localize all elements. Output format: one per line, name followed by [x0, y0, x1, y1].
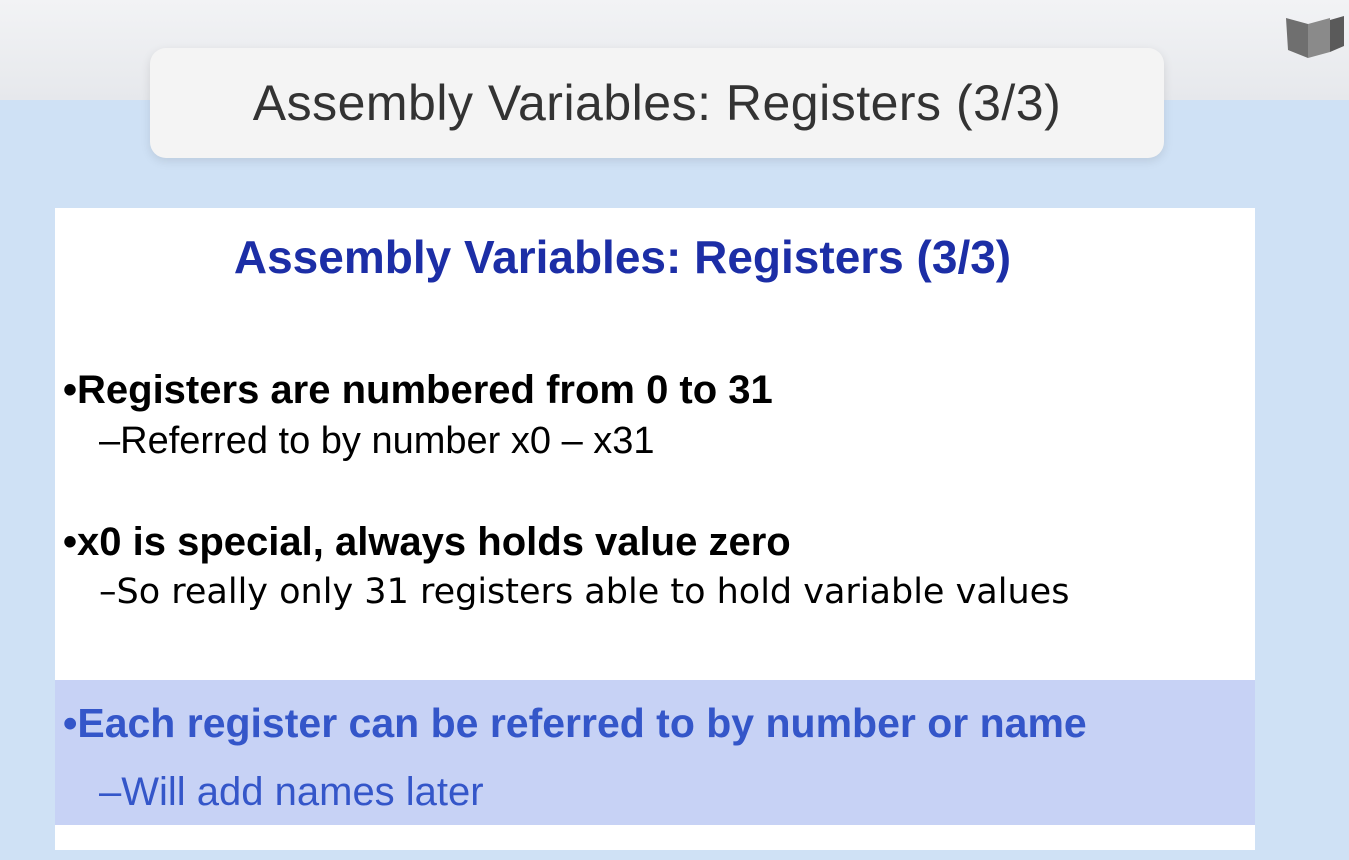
sub-bullet-add-names-later: –Will add names later — [99, 770, 484, 814]
window-title-box: Assembly Variables: Registers (3/3) — [150, 48, 1164, 158]
slide-title: Assembly Variables: Registers (3/3) — [233, 231, 1012, 283]
highlight-band: •Each register can be referred to by num… — [55, 680, 1255, 825]
sub-bullet-referred-by-number: –Referred to by number x0 – x31 — [99, 420, 655, 462]
book-logo-icon — [1284, 14, 1349, 64]
bullet-x0-special: •x0 is special, always holds value zero — [63, 520, 791, 564]
bullet-number-or-name: •Each register can be referred to by num… — [63, 700, 1087, 746]
sub-bullet-31-registers: –So really only 31 registers able to hol… — [99, 572, 1070, 612]
window-title: Assembly Variables: Registers (3/3) — [252, 75, 1062, 131]
bullet-registers-numbered: •Registers are numbered from 0 to 31 — [63, 368, 773, 412]
slide-content: Assembly Variables: Registers (3/3) •Reg… — [55, 208, 1255, 850]
